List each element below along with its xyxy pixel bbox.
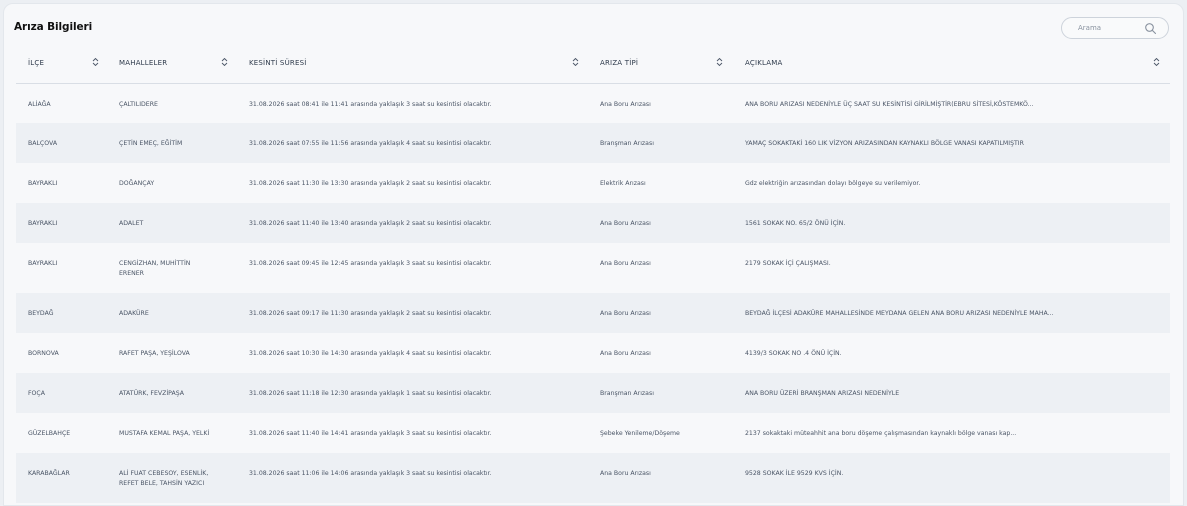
sort-icon[interactable] <box>1153 57 1160 67</box>
cell-aciklama: 1561 SOKAK NO. 65/2 ÖNÜ İÇİN. <box>733 203 1170 243</box>
cell-ilce: FOÇA <box>16 373 107 413</box>
cell-ilce: BAYRAKLI <box>16 243 107 293</box>
cell-mahalle: ÇETİN EMEÇ, EĞİTİM <box>107 123 237 163</box>
cell-ilce: GÜZELBAHÇE <box>16 413 107 453</box>
search-input[interactable] <box>1078 21 1138 35</box>
cell-tip: Ana Boru Arızası <box>588 333 733 373</box>
table-row[interactable]: ALİAĞA ÇALTILIDERE 31.08.2026 saat 08:41… <box>16 83 1170 123</box>
cell-sure: 31.08.2026 saat 11:06 ile 14:06 arasında… <box>237 453 588 503</box>
cell-aciklama: 9528 SOKAK İLE 9529 KVS İÇİN. <box>733 453 1170 503</box>
cell-aciklama: BEYDAĞ İLÇESİ ADAKÜRE MAHALLESİNDE MEYDA… <box>733 293 1170 333</box>
cell-ilce: ALİAĞA <box>16 83 107 123</box>
cell-aciklama: 4139/3 SOKAK NO .4 ÖNÜ İÇİN. <box>733 333 1170 373</box>
cell-sure: 31.08.2026 saat 11:30 ile 13:30 arasında… <box>237 163 588 203</box>
cell-tip: Ana Boru Arızası <box>588 203 733 243</box>
cell-mahalle: ADAKÜRE <box>107 293 237 333</box>
cell-aciklama: 2137 sokaktaki müteahhit ana boru döşeme… <box>733 413 1170 453</box>
cell-tip: Branşman Arızası <box>588 373 733 413</box>
cell-tip: Ana Boru Arızası <box>588 243 733 293</box>
table-row[interactable]: GÜZELBAHÇE MUSTAFA KEMAL PAŞA, YELKİ 31.… <box>16 413 1170 453</box>
cell-aciklama: 2179 SOKAK İÇİ ÇALIŞMASI. <box>733 243 1170 293</box>
table-row[interactable]: BAYRAKLI CENGİZHAN, MUHİTTİN ERENER 31.08… <box>16 243 1170 293</box>
cell-sure: 31.08.2026 saat 08:41 ile 11:41 arasında… <box>237 83 588 123</box>
column-header-kesinti-suresi[interactable]: KESİNTİ SÜRESİ <box>237 44 588 84</box>
cell-ilce: KARABAĞLAR <box>16 453 107 503</box>
sort-icon[interactable] <box>716 57 723 67</box>
fault-info-card: Arıza Bilgileri İLÇE MAHALLELER KE <box>3 3 1184 506</box>
cell-aciklama: Gdz elektriğin arızasından dolayı bölgey… <box>733 163 1170 203</box>
column-header-ariza-tipi[interactable]: ARIZA TİPİ <box>588 44 733 84</box>
cell-mahalle: ALİ FUAT CEBESOY, ESENLİK, REFET BELE, TA… <box>107 453 237 503</box>
cell-ilce: BAYRAKLI <box>16 163 107 203</box>
search-icon[interactable] <box>1144 22 1157 35</box>
cell-sure: 31.08.2026 saat 11:18 ile 12:30 arasında… <box>237 373 588 413</box>
cell-sure: 31.08.2026 saat 09:17 ile 11:30 arasında… <box>237 293 588 333</box>
cell-ilce: BORNOVA <box>16 333 107 373</box>
sort-icon[interactable] <box>221 57 228 67</box>
cell-aciklama: ANA BORU ÜZERİ BRANŞMAN ARIZASI NEDENİYL… <box>733 373 1170 413</box>
cell-ilce: BAYRAKLI <box>16 203 107 243</box>
cell-sure: 31.08.2026 saat 11:40 ile 14:41 arasında… <box>237 413 588 453</box>
table-row[interactable]: KARABAĞLAR ALİ FUAT CEBESOY, ESENLİK, REF… <box>16 453 1170 503</box>
cell-sure: 31.08.2026 saat 09:45 ile 12:45 arasında… <box>237 243 588 293</box>
column-header-aciklama[interactable]: AÇIKLAMA <box>733 44 1170 84</box>
table-header-row: İLÇE MAHALLELER KESİNTİ SÜRESİ ARIZA TİP… <box>16 44 1170 84</box>
search-box[interactable] <box>1061 17 1169 39</box>
cell-mahalle: ÇALTILIDERE <box>107 83 237 123</box>
cell-tip: Ana Boru Arızası <box>588 293 733 333</box>
cell-tip: Branşman Arızası <box>588 123 733 163</box>
column-header-ilce[interactable]: İLÇE <box>16 44 107 84</box>
cell-tip: Ana Boru Arızası <box>588 453 733 503</box>
cell-mahalle: CENGİZHAN, MUHİTTİN ERENER <box>107 243 237 293</box>
cell-sure: 31.08.2026 saat 10:30 ile 14:30 arasında… <box>237 333 588 373</box>
page-title: Arıza Bilgileri <box>14 21 93 33</box>
table-row[interactable]: BORNOVA RAFET PAŞA, YEŞİLOVA 31.08.2026 … <box>16 333 1170 373</box>
cell-tip: Elektrik Arızası <box>588 163 733 203</box>
cell-tip: Şebeke Yenileme/Döşeme <box>588 413 733 453</box>
cell-aciklama: ANA BORU ARIZASI NEDENİYLE ÜÇ SAAT SU KE… <box>733 83 1170 123</box>
cell-aciklama: YAMAÇ SOKAKTAKİ 160 LIK VİZYON ARIZASIND… <box>733 123 1170 163</box>
table-row[interactable]: BAYRAKLI DOĞANÇAY 31.08.2026 saat 11:30 … <box>16 163 1170 203</box>
cell-mahalle: ADALET <box>107 203 237 243</box>
cell-mahalle: ATATÜRK, FEVZİPAŞA <box>107 373 237 413</box>
cell-mahalle: MUSTAFA KEMAL PAŞA, YELKİ <box>107 413 237 453</box>
sort-icon[interactable] <box>572 57 579 67</box>
cell-ilce: BALÇOVA <box>16 123 107 163</box>
sort-icon[interactable] <box>92 57 99 67</box>
column-header-mahalleler[interactable]: MAHALLELER <box>107 44 237 84</box>
table-row[interactable]: BAYRAKLI ADALET 31.08.2026 saat 11:40 il… <box>16 203 1170 243</box>
table-row[interactable]: BALÇOVA ÇETİN EMEÇ, EĞİTİM 31.08.2026 sa… <box>16 123 1170 163</box>
cell-sure: 31.08.2026 saat 11:40 ile 13:40 arasında… <box>237 203 588 243</box>
cell-sure: 31.08.2026 saat 07:55 ile 11:56 arasında… <box>237 123 588 163</box>
fault-table: İLÇE MAHALLELER KESİNTİ SÜRESİ ARIZA TİP… <box>16 44 1170 503</box>
cell-ilce: BEYDAĞ <box>16 293 107 333</box>
cell-tip: Ana Boru Arızası <box>588 83 733 123</box>
cell-mahalle: DOĞANÇAY <box>107 163 237 203</box>
table-row[interactable]: FOÇA ATATÜRK, FEVZİPAŞA 31.08.2026 saat … <box>16 373 1170 413</box>
cell-mahalle: RAFET PAŞA, YEŞİLOVA <box>107 333 237 373</box>
table-row[interactable]: BEYDAĞ ADAKÜRE 31.08.2026 saat 09:17 ile… <box>16 293 1170 333</box>
